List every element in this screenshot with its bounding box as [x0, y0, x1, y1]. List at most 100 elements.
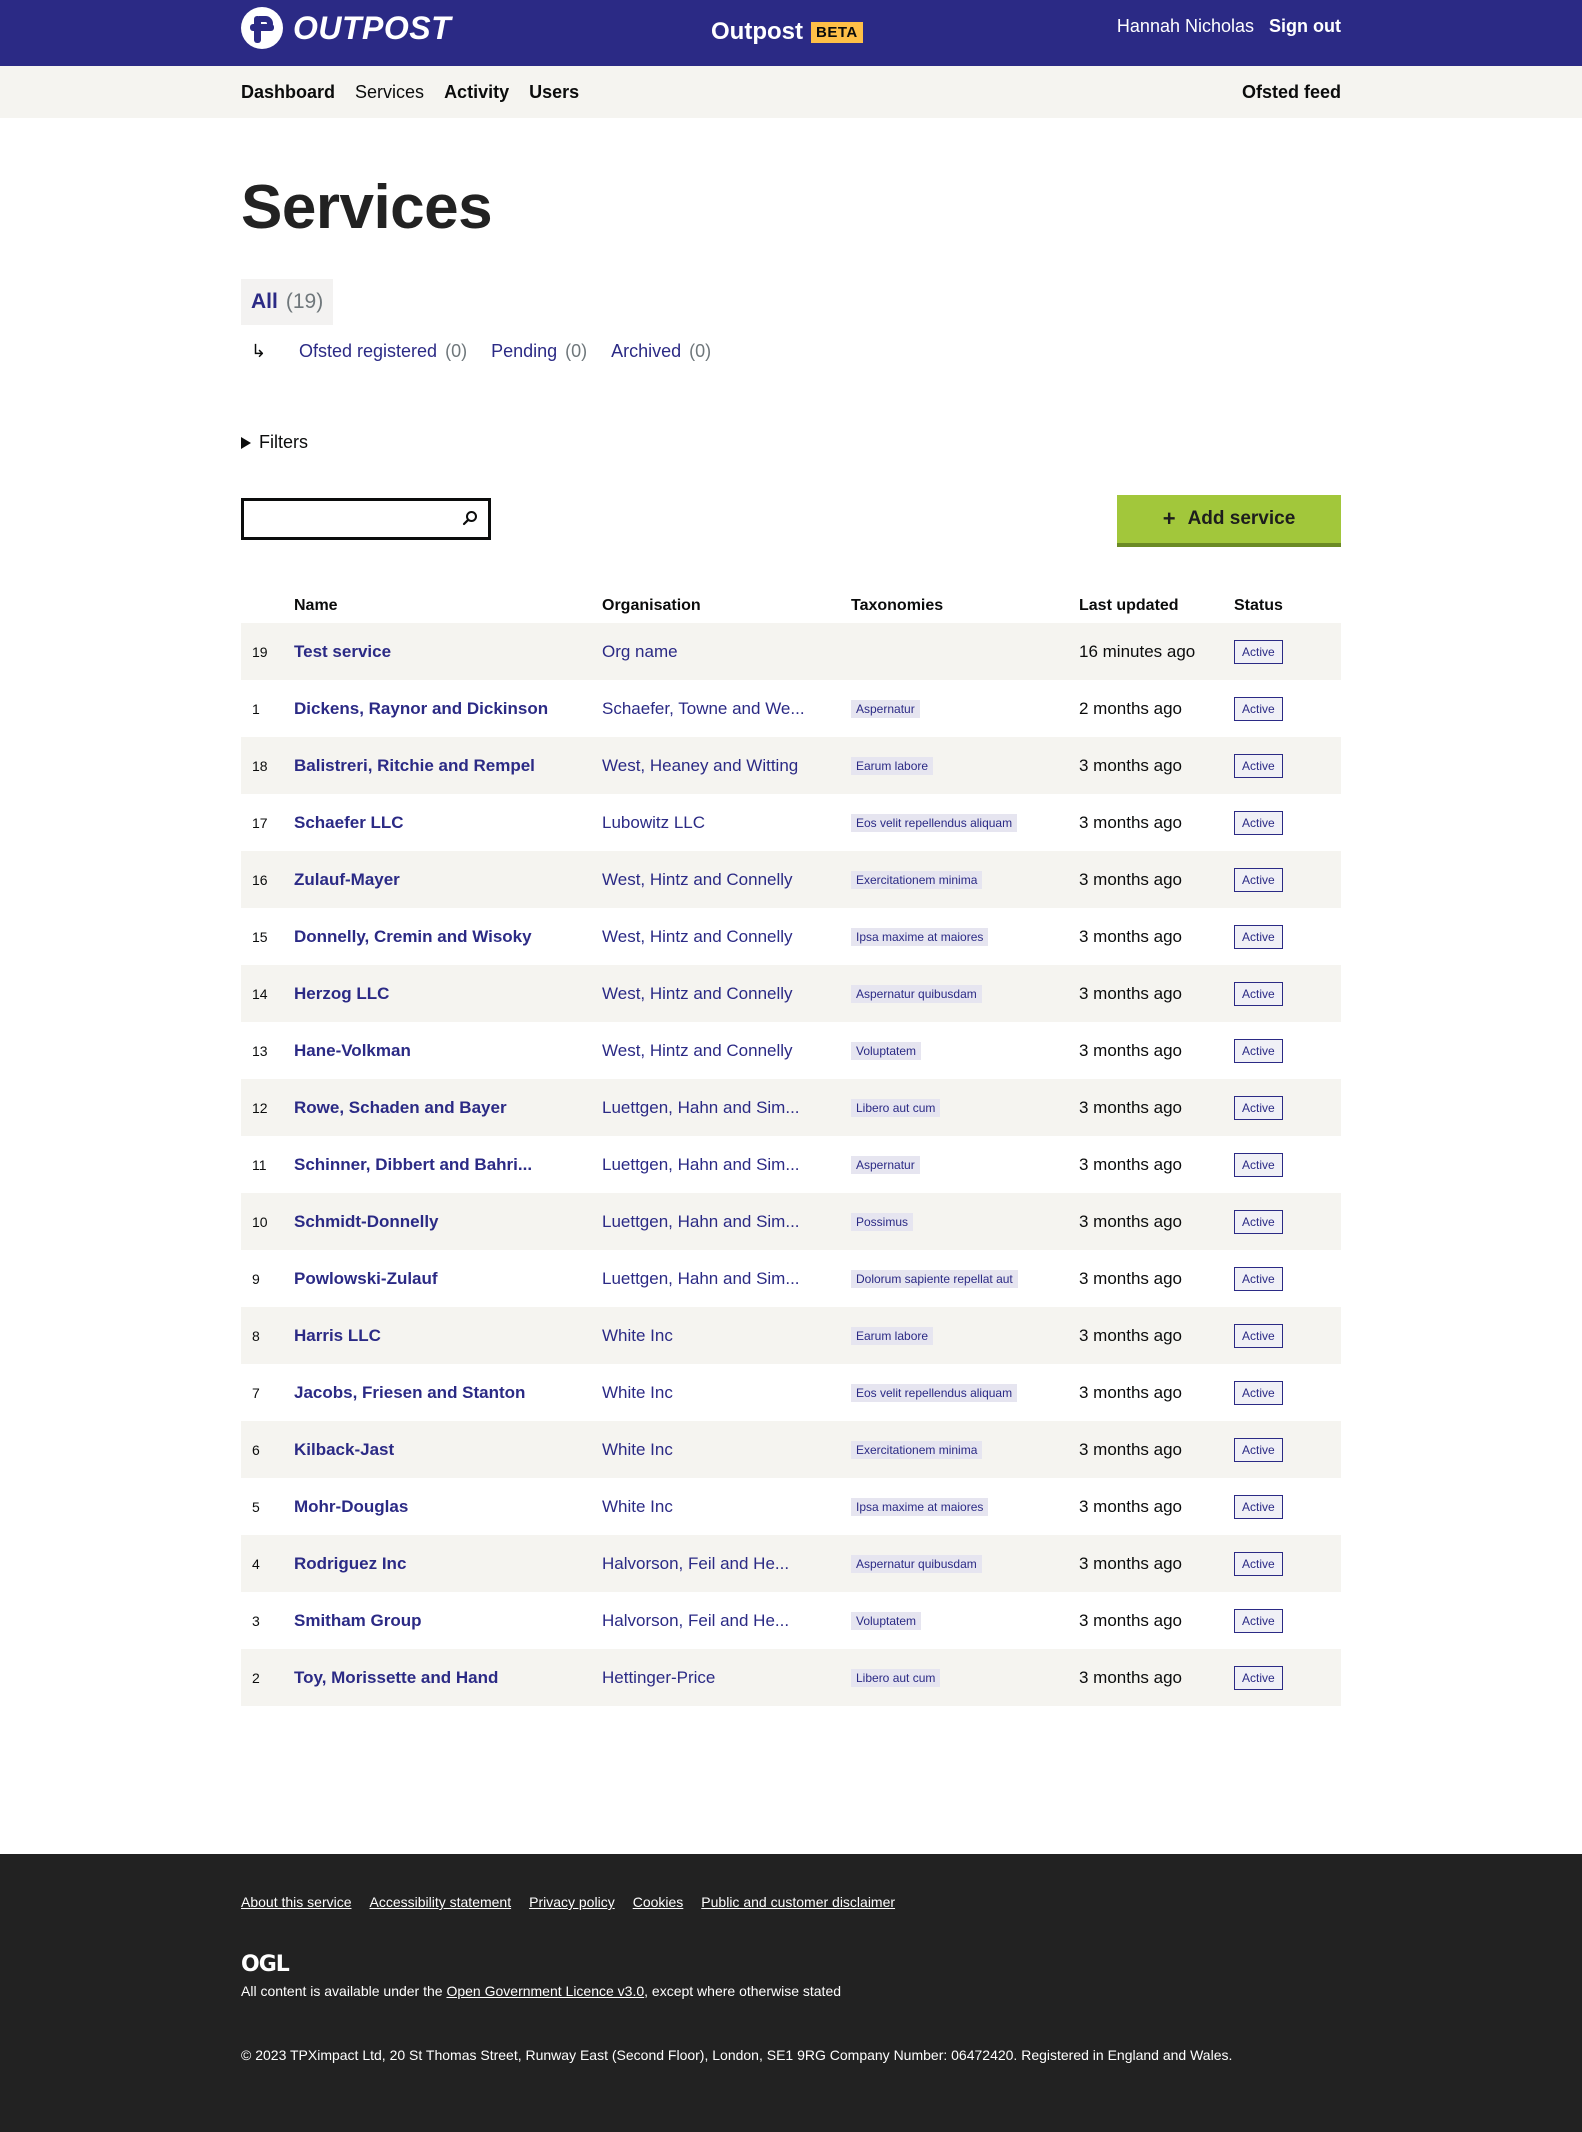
service-id: 14	[252, 985, 268, 1002]
service-name-link[interactable]: Dickens, Raynor and Dickinson	[294, 699, 548, 718]
footer-link-cookies[interactable]: Cookies	[633, 1894, 684, 1910]
footer-link-privacy[interactable]: Privacy policy	[529, 1894, 615, 1910]
service-name-link[interactable]: Powlowski-Zulauf	[294, 1269, 438, 1288]
search-icon[interactable]	[462, 510, 478, 526]
organisation-link[interactable]: Luettgen, Hahn and Sim...	[602, 1212, 800, 1231]
last-updated: 3 months ago	[1079, 755, 1183, 775]
licence-text: All content is available under the Open …	[241, 1983, 1341, 1999]
service-name-link[interactable]: Donnelly, Cremin and Wisoky	[294, 927, 532, 946]
footer-link-about[interactable]: About this service	[241, 1894, 352, 1910]
last-updated: 2 months ago	[1079, 698, 1183, 718]
taxonomy-tag: Libero aut cum	[851, 1668, 941, 1687]
service-name-link[interactable]: Zulauf-Mayer	[294, 870, 400, 889]
service-id: 12	[252, 1099, 268, 1116]
taxonomy-tag: Aspernatur	[851, 699, 920, 718]
service-id: 11	[252, 1156, 267, 1173]
last-updated: 3 months ago	[1079, 926, 1183, 946]
filters-toggle[interactable]: Filters	[241, 432, 1341, 453]
licence-link[interactable]: Open Government Licence v3.0	[446, 1983, 644, 1999]
table-row: 18 Balistreri, Ritchie and Rempel West, He…	[241, 737, 1341, 794]
service-name-link[interactable]: Balistreri, Ritchie and Rempel	[294, 756, 535, 775]
column-header-last-updated: Last updated	[1079, 597, 1179, 614]
service-name-link[interactable]: Rowe, Schaden and Bayer	[294, 1098, 507, 1117]
status-badge: Active	[1234, 1608, 1283, 1633]
filter-all-tab[interactable]: All (19)	[241, 279, 334, 325]
nav-item-users[interactable]: Users	[529, 82, 579, 103]
column-header-organisation: Organisation	[602, 597, 701, 614]
service-id: 16	[252, 871, 268, 888]
nav-item-dashboard[interactable]: Dashboard	[241, 82, 335, 103]
service-id: 15	[252, 928, 268, 945]
organisation-link[interactable]: Luettgen, Hahn and Sim...	[602, 1269, 800, 1288]
taxonomy-tag: Voluptatem	[851, 1611, 922, 1630]
organisation-link[interactable]: Lubowitz LLC	[602, 813, 705, 832]
filter-all-label: All	[251, 290, 278, 313]
search-input[interactable]	[244, 501, 444, 537]
service-name-link[interactable]: Toy, Morissette and Hand	[294, 1668, 498, 1687]
organisation-link[interactable]: Schaefer, Towne and We...	[602, 699, 805, 718]
app-title: Outpost BETA	[711, 18, 863, 46]
status-badge: Active	[1234, 1323, 1283, 1348]
organisation-link[interactable]: West, Hintz and Connelly	[602, 870, 793, 889]
nav-item-ofsted-feed[interactable]: Ofsted feed	[1242, 82, 1341, 103]
service-name-link[interactable]: Mohr-Douglas	[294, 1497, 408, 1516]
organisation-link[interactable]: West, Hintz and Connelly	[602, 1041, 793, 1060]
organisation-link[interactable]: White Inc	[602, 1497, 673, 1516]
last-updated: 3 months ago	[1079, 1382, 1183, 1402]
table-row: 4 Rodriguez Inc Halvorson, Feil and He... A…	[241, 1535, 1341, 1592]
last-updated: 3 months ago	[1079, 869, 1183, 889]
status-badge: Active	[1234, 1437, 1283, 1462]
last-updated: 3 months ago	[1079, 1439, 1183, 1459]
app-name-link[interactable]: Outpost	[711, 18, 803, 46]
outpost-logo[interactable]: OUTPOST	[241, 7, 451, 49]
toolbar: + Add service	[241, 495, 1341, 549]
table-row: 6 Kilback-Jast White Inc Exercitationem min…	[241, 1421, 1341, 1478]
organisation-link[interactable]: Hettinger-Price	[602, 1668, 715, 1687]
status-badge: Active	[1234, 753, 1283, 778]
service-name-link[interactable]: Schaefer LLC	[294, 813, 404, 832]
nav-item-services[interactable]: Services	[355, 82, 424, 103]
organisation-link[interactable]: West, Hintz and Connelly	[602, 984, 793, 1003]
sign-out-link[interactable]: Sign out	[1269, 16, 1341, 37]
service-name-link[interactable]: Smitham Group	[294, 1611, 422, 1630]
add-service-button[interactable]: + Add service	[1117, 495, 1341, 547]
organisation-link[interactable]: White Inc	[602, 1326, 673, 1345]
service-name-link[interactable]: Rodriguez Inc	[294, 1554, 406, 1573]
service-name-link[interactable]: Kilback-Jast	[294, 1440, 394, 1459]
taxonomy-tag: Aspernatur quibusdam	[851, 984, 982, 1003]
organisation-link[interactable]: White Inc	[602, 1383, 673, 1402]
service-name-link[interactable]: Hane-Volkman	[294, 1041, 411, 1060]
organisation-link[interactable]: West, Hintz and Connelly	[602, 927, 793, 946]
status-badge: Active	[1234, 1551, 1283, 1576]
page-title: Services	[241, 173, 493, 242]
table-row: 14 Herzog LLC West, Hintz and Connelly Aspe…	[241, 965, 1341, 1022]
filter-pending[interactable]: Pending	[491, 341, 557, 362]
service-name-link[interactable]: Herzog LLC	[294, 984, 389, 1003]
table-row: 3 Smitham Group Halvorson, Feil and He... V…	[241, 1592, 1341, 1649]
column-header-name: Name	[294, 597, 338, 614]
service-name-link[interactable]: Schmidt-Donnelly	[294, 1212, 439, 1231]
organisation-link[interactable]: Halvorson, Feil and He...	[602, 1554, 789, 1573]
organisation-link[interactable]: Luettgen, Hahn and Sim...	[602, 1155, 800, 1174]
organisation-link[interactable]: White Inc	[602, 1440, 673, 1459]
service-name-link[interactable]: Test service	[294, 642, 391, 661]
service-name-link[interactable]: Jacobs, Friesen and Stanton	[294, 1383, 525, 1402]
organisation-link[interactable]: Luettgen, Hahn and Sim...	[602, 1098, 800, 1117]
footer-link-disclaimer[interactable]: Public and customer disclaimer	[701, 1894, 895, 1910]
taxonomy-tag: Ipsa maxime at maiores	[851, 1497, 989, 1516]
organisation-link[interactable]: Halvorson, Feil and He...	[602, 1611, 789, 1630]
status-badge: Active	[1234, 1095, 1283, 1120]
status-badge: Active	[1234, 1266, 1283, 1291]
organisation-link[interactable]: Org name	[602, 642, 678, 661]
service-name-link[interactable]: Harris LLC	[294, 1326, 381, 1345]
nav-item-activity[interactable]: Activity	[444, 82, 509, 103]
service-name-link[interactable]: Schinner, Dibbert and Bahri...	[294, 1155, 532, 1174]
last-updated: 3 months ago	[1079, 1325, 1183, 1345]
last-updated: 3 months ago	[1079, 1610, 1183, 1630]
footer-link-accessibility[interactable]: Accessibility statement	[370, 1894, 512, 1910]
status-badge: Active	[1234, 867, 1283, 892]
filter-archived[interactable]: Archived	[611, 341, 681, 362]
organisation-link[interactable]: West, Heaney and Witting	[602, 756, 798, 775]
filter-ofsted-registered[interactable]: Ofsted registered	[299, 341, 437, 362]
plus-icon: +	[1162, 506, 1176, 531]
